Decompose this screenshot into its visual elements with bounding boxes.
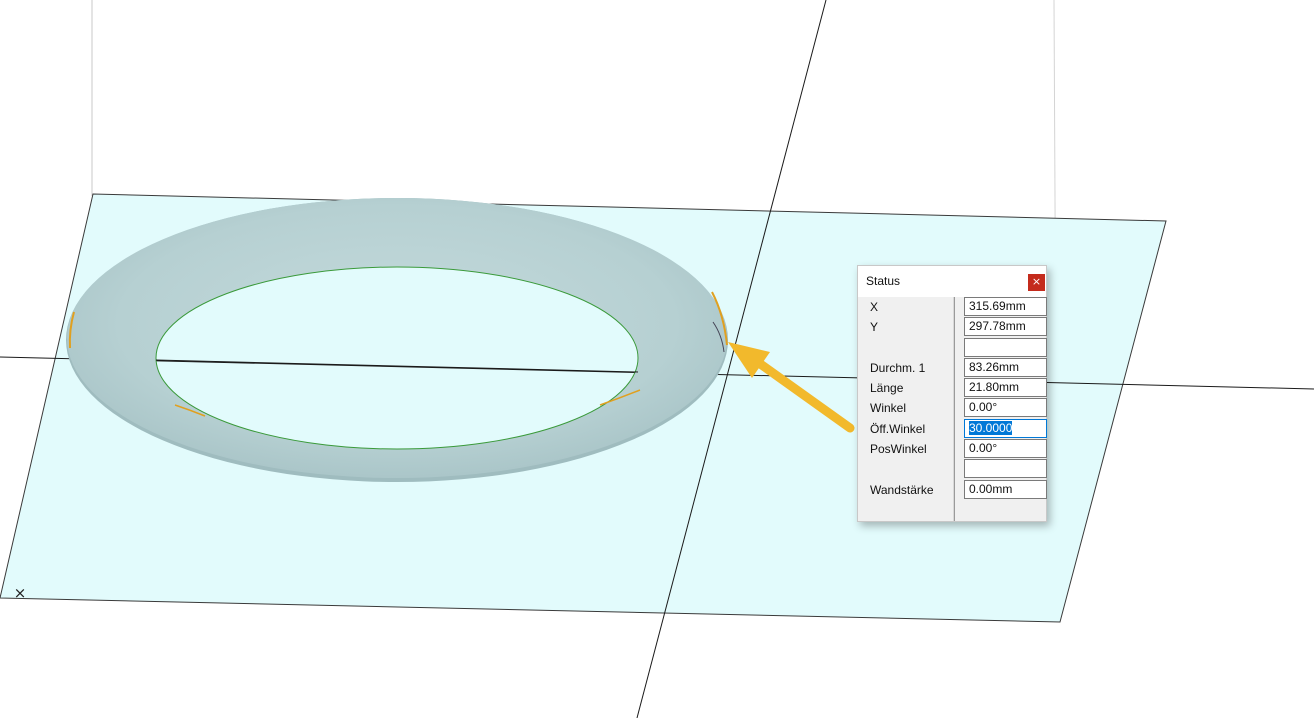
column-splitter[interactable] (953, 297, 955, 521)
status-title: Status (866, 274, 901, 288)
field-durchmesser[interactable]: 83.26mm (964, 358, 1047, 377)
scene-svg (0, 0, 1314, 718)
label-wandstaerke: Wandstärke (870, 483, 934, 497)
status-panel[interactable]: Status × X 315.69mm Y 297.78mm Durchm. 1… (857, 265, 1047, 522)
field-y[interactable]: 297.78mm (964, 317, 1047, 336)
field-empty-1[interactable] (964, 338, 1047, 357)
close-button[interactable]: × (1028, 274, 1045, 291)
cad-viewport[interactable]: × (0, 0, 1314, 718)
field-poswinkel[interactable]: 0.00° (964, 439, 1047, 458)
selected-text: 30.0000 (969, 421, 1013, 435)
label-x: X (870, 300, 879, 314)
field-laenge[interactable]: 21.80mm (964, 378, 1047, 397)
label-y: Y (870, 320, 879, 334)
label-winkel: Winkel (870, 401, 907, 415)
field-empty-2[interactable] (964, 459, 1047, 478)
field-x[interactable]: 315.69mm (964, 297, 1047, 316)
field-wandstaerke[interactable]: 0.00mm (964, 480, 1047, 499)
field-winkel[interactable]: 0.00° (964, 398, 1047, 417)
ring-body (67, 198, 727, 478)
field-oeffnungswinkel[interactable]: 30.0000 (964, 419, 1047, 438)
close-icon: × (1031, 275, 1042, 288)
label-oeffnungswinkel: Öff.Winkel (870, 422, 926, 436)
label-laenge: Länge (870, 381, 904, 395)
label-durchmesser: Durchm. 1 (870, 361, 926, 375)
status-titlebar[interactable]: Status × (858, 266, 1046, 297)
origin-marker: × (13, 584, 27, 602)
label-poswinkel: PosWinkel (870, 442, 927, 456)
